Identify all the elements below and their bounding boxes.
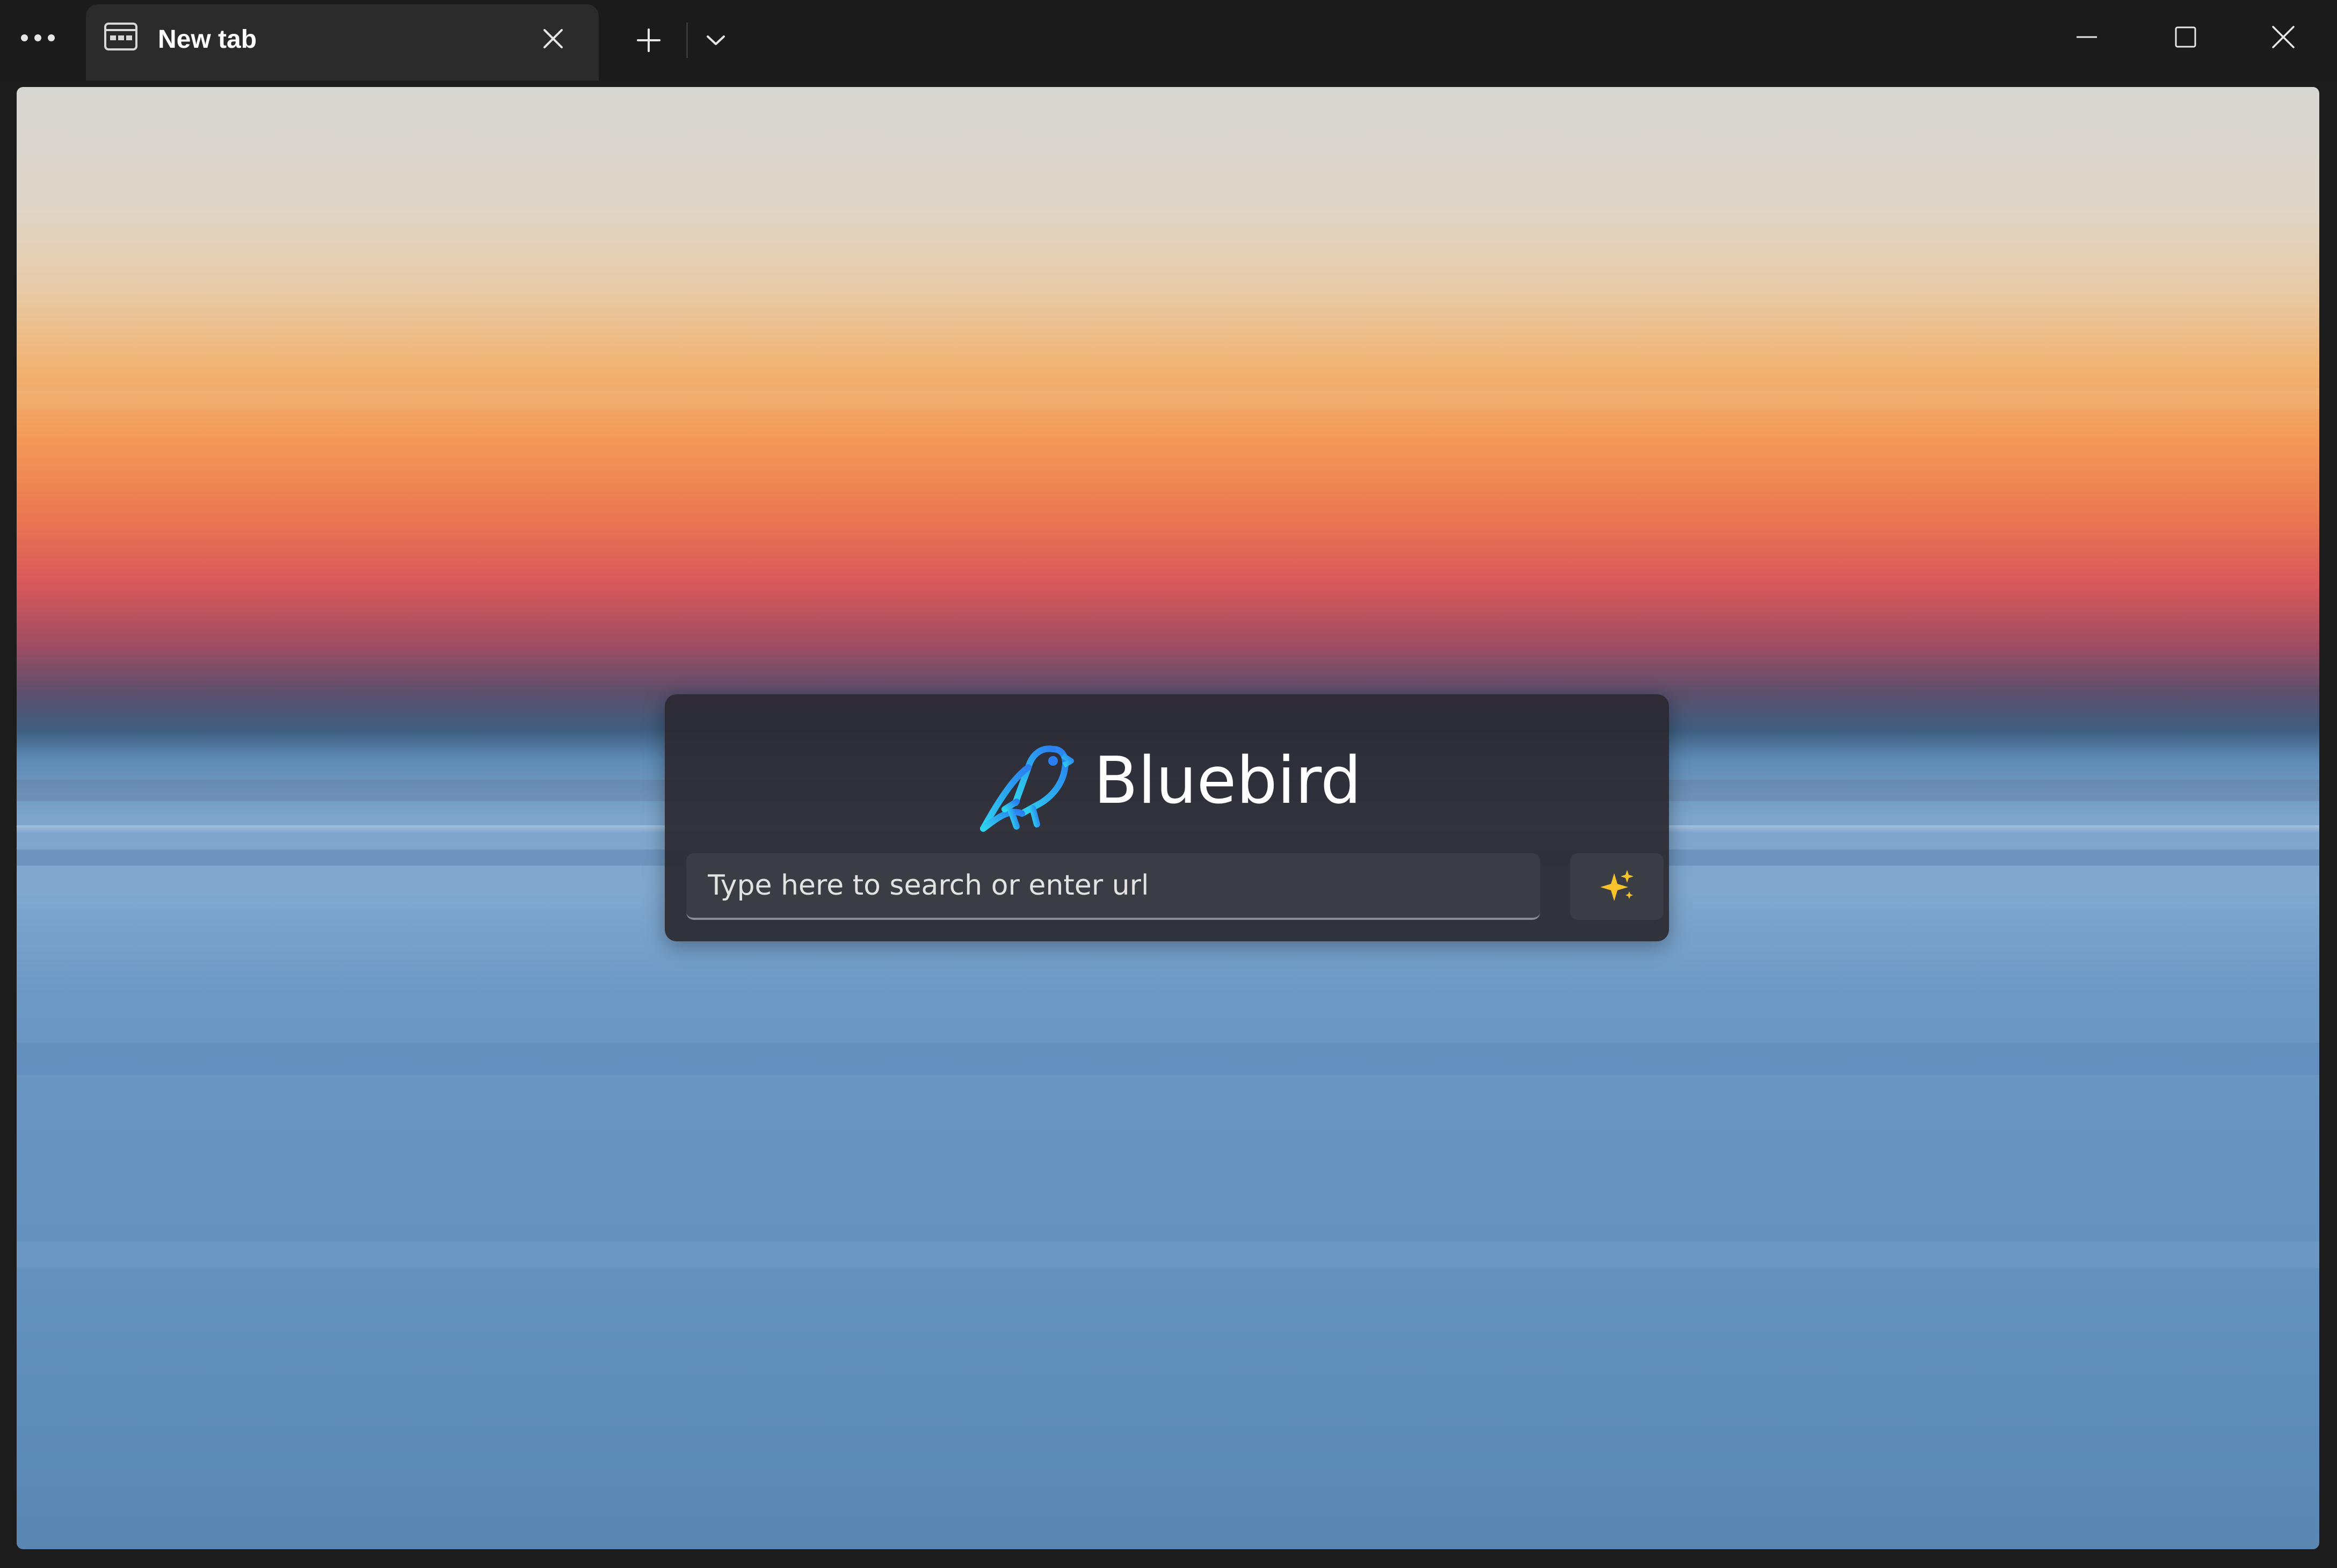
menu-button[interactable] [11, 11, 64, 64]
minimize-icon [2077, 36, 2097, 38]
maximize-icon [2175, 26, 2196, 48]
new-tab-page-icon [104, 23, 137, 50]
search-input[interactable] [686, 853, 1540, 918]
tab-divider [686, 23, 688, 58]
plus-icon [637, 28, 661, 52]
water-band [17, 1043, 2319, 1075]
water-band [17, 1242, 2319, 1268]
title-bar[interactable]: New tab [0, 0, 2337, 81]
ai-assist-button[interactable] [1570, 853, 1664, 920]
tab-title: New tab [158, 25, 257, 54]
more-dots-icon [20, 34, 55, 41]
sparkle-icon [1600, 870, 1634, 901]
brand: Bluebird [665, 728, 1669, 835]
bluebird-logo [979, 745, 1074, 832]
new-tab-button[interactable] [627, 16, 670, 64]
search-card: Bluebird [665, 694, 1669, 941]
tab-list-button[interactable] [694, 16, 737, 64]
close-window-button[interactable] [2251, 8, 2316, 67]
sky-band [17, 388, 2319, 409]
brand-name: Bluebird [1093, 744, 1362, 818]
tab-close-button[interactable] [532, 17, 575, 60]
browser-window: New tab Bluebird Type here to search or … [0, 0, 2337, 1568]
maximize-button[interactable] [2153, 8, 2218, 67]
close-icon [543, 29, 563, 48]
tab-new-tab[interactable]: New tab [86, 4, 599, 81]
chevron-down-icon [707, 35, 725, 45]
start-page: Bluebird [17, 87, 2319, 1549]
minimize-button[interactable] [2055, 8, 2119, 67]
search-field[interactable] [686, 853, 1540, 920]
close-icon [2272, 26, 2295, 48]
